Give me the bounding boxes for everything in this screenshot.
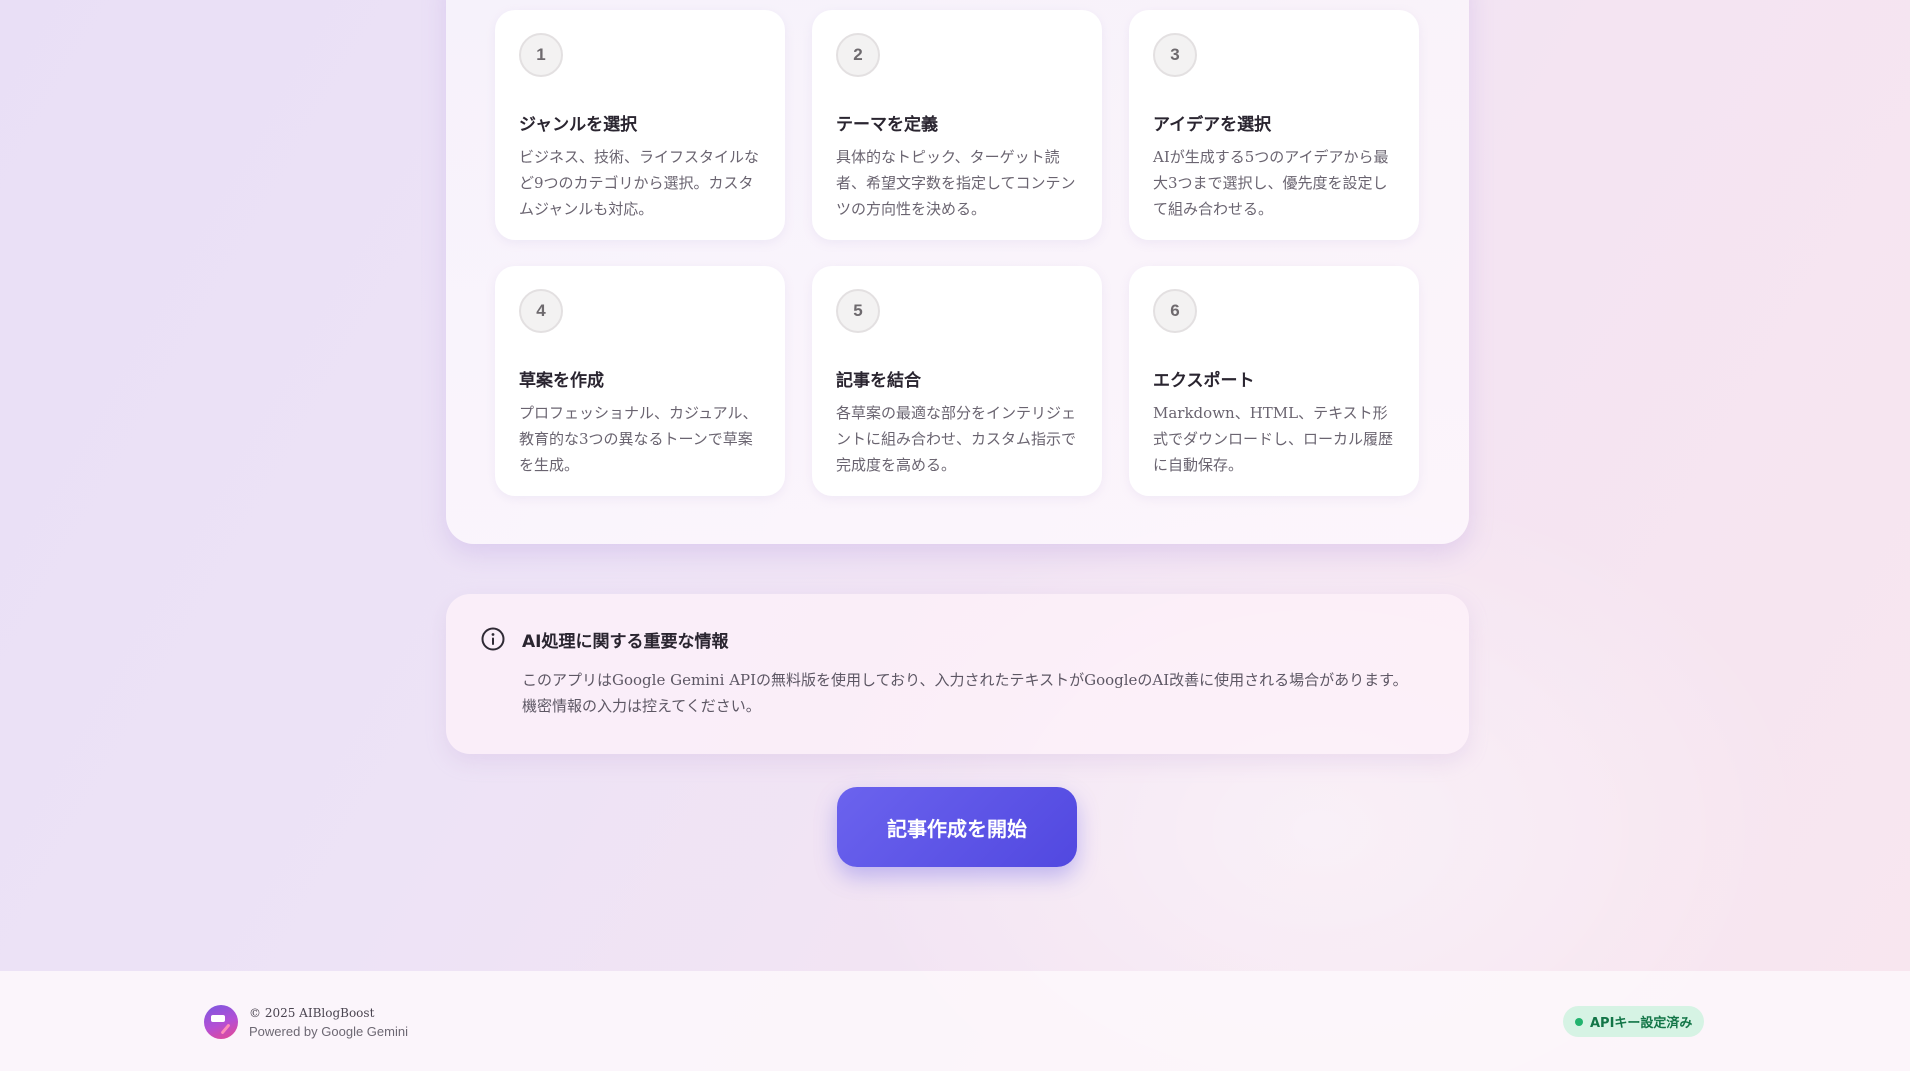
step-number-6: 6 [1153, 289, 1197, 333]
step-card-1: 1 ジャンルを選択 ビジネス、技術、ライフスタイルなど9つのカテゴリから選択。カ… [495, 10, 785, 240]
step-card-3: 3 アイデアを選択 AIが生成する5つのアイデアから最大3つまで選択し、優先度を… [1129, 10, 1419, 240]
step-description-1: ビジネス、技術、ライフスタイルなど9つのカテゴリから選択。カスタムジャンルも対応… [519, 148, 760, 218]
step-description-4: プロフェッショナル、カジュアル、教育的な3つの異なるトーンで草案を生成。 [519, 404, 758, 474]
api-status-text: APIキー設定済み [1590, 1016, 1693, 1031]
app-logo-icon [204, 1005, 238, 1039]
step-card-4: 4 草案を作成 プロフェッショナル、カジュアル、教育的な3つの異なるトーンで草案… [495, 266, 785, 496]
step-description-5: 各草案の最適な部分をインテリジェントに組み合わせ、カスタム指示で完成度を高める。 [836, 404, 1077, 474]
info-text-line-2: 機密情報の入力は控えてください。 [522, 697, 761, 715]
step-description-6: Markdown、HTML、テキスト形式でダウンロードし、ローカル履歴に自動保存… [1153, 404, 1394, 474]
status-dot-icon [1575, 1017, 1583, 1026]
footer: © 2025 AIBlogBoost Powered by Google Gem… [0, 971, 1910, 1071]
step-number-3: 3 [1153, 33, 1197, 77]
step-grid: 1 ジャンルを選択 ビジネス、技術、ライフスタイルなど9つのカテゴリから選択。カ… [495, 10, 1419, 496]
steps-panel: 1 ジャンルを選択 ビジネス、技術、ライフスタイルなど9つのカテゴリから選択。カ… [446, 0, 1469, 544]
info-text-line-1: このアプリはGoogle Gemini APIの無料版を使用しており、入力された… [522, 671, 1408, 689]
info-icon [481, 627, 505, 651]
step-card-6: 6 エクスポート Markdown、HTML、テキスト形式でダウンロードし、ロー… [1129, 266, 1419, 496]
info-title: AI処理に関する重要な情報 [522, 632, 729, 652]
info-text: このアプリはGoogle Gemini APIの無料版を使用しており、入力された… [522, 667, 1442, 719]
step-title-4: 草案を作成 [519, 371, 604, 391]
step-number-5: 5 [836, 289, 880, 333]
copyright-text: © 2025 AIBlogBoost [249, 1006, 375, 1020]
step-card-2: 2 テーマを定義 具体的なトピック、ターゲット読者、希望文字数を指定してコンテン… [812, 10, 1102, 240]
step-description-2: 具体的なトピック、ターゲット読者、希望文字数を指定してコンテンツの方向性を決める… [836, 148, 1076, 218]
step-title-5: 記事を結合 [836, 371, 921, 391]
api-status-badge: APIキー設定済み [1563, 1006, 1705, 1037]
step-title-2: テーマを定義 [836, 115, 938, 135]
start-article-button[interactable]: 記事作成を開始 [837, 787, 1077, 867]
step-card-5: 5 記事を結合 各草案の最適な部分をインテリジェントに組み合わせ、カスタム指示で… [812, 266, 1102, 496]
step-title-1: ジャンルを選択 [519, 115, 638, 135]
step-title-6: エクスポート [1153, 371, 1255, 391]
powered-by-text: Powered by Google Gemini [249, 1024, 408, 1039]
info-notice: AI処理に関する重要な情報 このアプリはGoogle Gemini APIの無料… [446, 594, 1469, 754]
step-number-1: 1 [519, 33, 563, 77]
step-description-3: AIが生成する5つのアイデアから最大3つまで選択し、優先度を設定して組み合わせる… [1153, 148, 1389, 218]
step-number-2: 2 [836, 33, 880, 77]
step-title-3: アイデアを選択 [1153, 115, 1272, 135]
step-number-4: 4 [519, 289, 563, 333]
